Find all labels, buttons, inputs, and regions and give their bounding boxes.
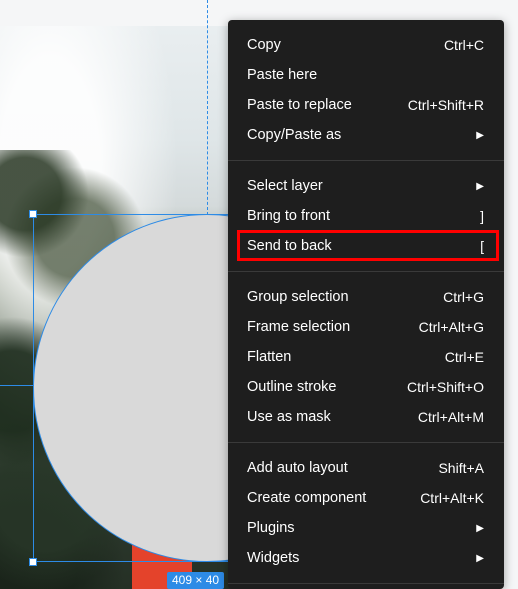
menu-item-shortcut: Ctrl+G [443,289,484,305]
menu-item-paste-here[interactable]: Paste here [228,60,504,90]
menu-separator [228,583,504,584]
menu-item-label: Bring to front [247,208,331,224]
menu-item-label: Widgets [247,550,300,566]
menu-separator [228,442,504,443]
menu-item-label: Paste to replace [247,97,352,113]
menu-item-label: Copy/Paste as [247,127,342,143]
submenu-arrow-icon: ▶ [476,522,484,534]
menu-item-outline-stroke[interactable]: Outline stroke Ctrl+Shift+O [228,372,504,402]
submenu-arrow-icon: ▶ [476,552,484,564]
resize-handle-bottom-left[interactable] [29,558,37,566]
menu-separator [228,271,504,272]
menu-item-label: Group selection [247,289,349,305]
menu-item-label: Create component [247,490,367,506]
menu-item-flatten[interactable]: Flatten Ctrl+E [228,342,504,372]
menu-item-frame-selection[interactable]: Frame selection Ctrl+Alt+G [228,312,504,342]
submenu-arrow-icon: ▶ [476,129,484,141]
menu-item-shortcut: Ctrl+Alt+G [418,319,484,335]
menu-item-label: Plugins [247,520,295,536]
context-menu: Copy Ctrl+C Paste here Paste to replace … [228,20,504,589]
menu-item-label: Frame selection [247,319,351,335]
menu-item-shortcut: Ctrl+Shift+R [407,97,484,113]
menu-item-widgets[interactable]: Widgets ▶ [228,543,504,573]
menu-item-label: Copy [247,37,281,53]
menu-item-label: Flatten [247,349,292,365]
menu-item-shortcut: ] [480,208,484,224]
menu-item-use-as-mask[interactable]: Use as mask Ctrl+Alt+M [228,402,504,432]
menu-item-copy[interactable]: Copy Ctrl+C [228,30,504,60]
menu-item-shortcut: [ [480,238,484,254]
menu-item-shortcut: Ctrl+E [444,349,484,365]
menu-item-group-selection[interactable]: Group selection Ctrl+G [228,282,504,312]
menu-item-add-auto-layout[interactable]: Add auto layout Shift+A [228,453,504,483]
selection-size-badge: 409 × 40 [167,572,225,589]
vertical-guide [207,0,208,215]
resize-handle-top-left[interactable] [29,210,37,218]
menu-item-shortcut: Ctrl+Alt+M [417,409,484,425]
menu-item-label: Paste here [247,67,318,83]
menu-item-label: Send to back [247,238,332,254]
menu-item-bring-to-front[interactable]: Bring to front ] [228,201,504,231]
submenu-arrow-icon: ▶ [476,180,484,192]
menu-item-label: Select layer [247,178,323,194]
menu-item-label: Outline stroke [247,379,337,395]
menu-item-create-component[interactable]: Create component Ctrl+Alt+K [228,483,504,513]
menu-item-select-layer[interactable]: Select layer ▶ [228,171,504,201]
menu-item-shortcut: Ctrl+Shift+O [406,379,484,395]
menu-item-send-to-back[interactable]: Send to back [ [228,231,504,261]
menu-item-plugins[interactable]: Plugins ▶ [228,513,504,543]
menu-item-shortcut: Ctrl+Alt+K [420,490,484,506]
menu-item-label: Use as mask [247,409,331,425]
menu-item-paste-to-replace[interactable]: Paste to replace Ctrl+Shift+R [228,90,504,120]
menu-item-shortcut: Ctrl+C [443,37,484,53]
menu-item-copy-paste-as[interactable]: Copy/Paste as ▶ [228,120,504,150]
menu-item-label: Add auto layout [247,460,348,476]
menu-separator [228,160,504,161]
menu-item-shortcut: Shift+A [438,460,484,476]
